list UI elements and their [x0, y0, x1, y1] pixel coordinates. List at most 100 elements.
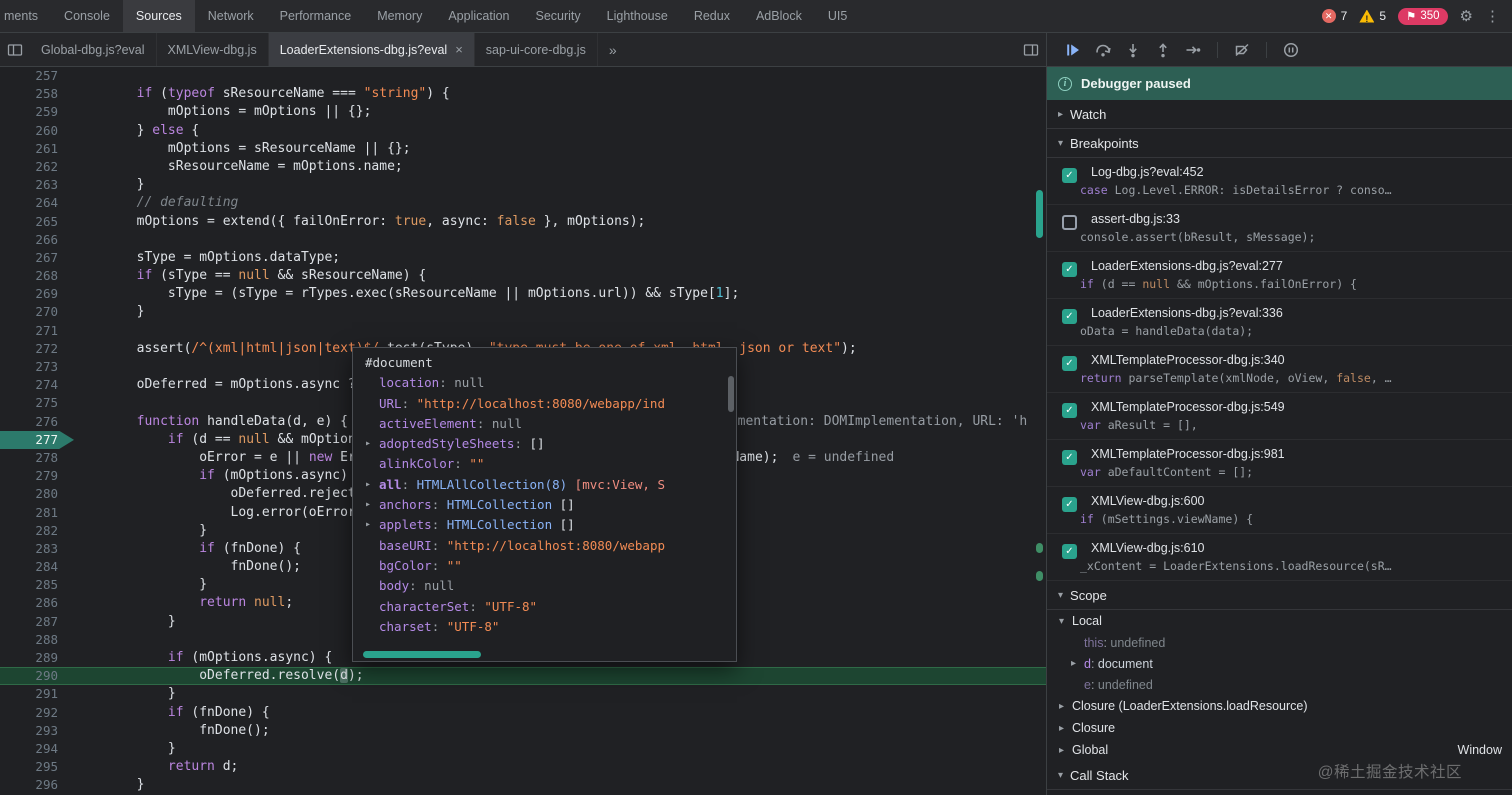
line-number[interactable]: 292: [0, 704, 74, 722]
breakpoint-checkbox[interactable]: ✓: [1062, 356, 1077, 371]
line-number[interactable]: 273: [0, 358, 74, 376]
expander-icon[interactable]: ▸: [1059, 701, 1072, 712]
breakpoint-checkbox[interactable]: [1062, 215, 1077, 230]
breakpoint-item[interactable]: ✓ XMLTemplateProcessor-dbg.js:340 return p…: [1047, 346, 1512, 393]
expander-icon[interactable]: ▸: [365, 515, 371, 535]
pause-on-exceptions-icon[interactable]: [1281, 40, 1301, 60]
line-number[interactable]: 264: [0, 194, 74, 212]
scope-variable-row[interactable]: this: undefined: [1047, 632, 1512, 653]
breakpoint-checkbox[interactable]: ✓: [1062, 403, 1077, 418]
scope-variable-row[interactable]: ▸ d: document: [1047, 653, 1512, 674]
breakpoint-checkbox[interactable]: ✓: [1062, 497, 1077, 512]
tooltip-property-row[interactable]: ▸ applets: HTMLCollection []: [365, 515, 724, 535]
console-error-badge[interactable]: ✕ 7: [1321, 9, 1347, 23]
line-number[interactable]: 263: [0, 176, 74, 194]
line-number[interactable]: 286: [0, 594, 74, 612]
line-number[interactable]: 296: [0, 776, 74, 794]
panel-tab-ui5[interactable]: UI5: [815, 0, 860, 32]
line-number[interactable]: 293: [0, 722, 74, 740]
step-into-icon[interactable]: [1123, 40, 1143, 60]
scope-group-row[interactable]: ▸ Closure: [1047, 717, 1512, 739]
line-number[interactable]: 271: [0, 322, 74, 340]
breakpoint-checkbox[interactable]: ✓: [1062, 168, 1077, 183]
panel-tab-memory[interactable]: Memory: [364, 0, 435, 32]
panel-tab-ments[interactable]: ments: [0, 0, 51, 32]
breakpoint-checkbox[interactable]: ✓: [1062, 309, 1077, 324]
line-number[interactable]: 283: [0, 540, 74, 558]
panel-tab-network[interactable]: Network: [195, 0, 267, 32]
deactivate-breakpoints-icon[interactable]: [1232, 40, 1252, 60]
line-number[interactable]: 284: [0, 558, 74, 576]
expander-icon[interactable]: ▸: [1059, 745, 1072, 756]
file-tab[interactable]: XMLView-dbg.js: [157, 33, 269, 66]
file-tab[interactable]: LoaderExtensions-dbg.js?eval ×: [268, 33, 475, 66]
line-number[interactable]: 279: [0, 467, 74, 485]
line-number[interactable]: 294: [0, 740, 74, 758]
breakpoint-item[interactable]: ✓ XMLView-dbg.js:610 _xContent = LoaderExt…: [1047, 534, 1512, 581]
line-number[interactable]: 257: [0, 67, 74, 85]
line-number[interactable]: 285: [0, 576, 74, 594]
line-number[interactable]: 290: [0, 667, 74, 685]
breakpoint-checkbox[interactable]: ✓: [1062, 450, 1077, 465]
line-number[interactable]: 278: [0, 449, 74, 467]
more-menu-icon[interactable]: ⋮: [1485, 7, 1500, 25]
line-number[interactable]: 280: [0, 485, 74, 503]
line-number[interactable]: 266: [0, 231, 74, 249]
breakpoint-checkbox[interactable]: ✓: [1062, 262, 1077, 277]
line-number[interactable]: 274: [0, 376, 74, 394]
tooltip-property-row[interactable]: ▸ adoptedStyleSheets: []: [365, 434, 724, 454]
scope-section-header[interactable]: ▾ Scope: [1047, 581, 1512, 610]
editor-scrollbar-thumb[interactable]: [1036, 190, 1043, 238]
breakpoints-section-header[interactable]: ▾ Breakpoints: [1047, 129, 1512, 158]
extension-flag-badge[interactable]: ⚑ 350: [1398, 7, 1448, 25]
breakpoint-item[interactable]: ✓ XMLView-dbg.js:600 if (mSettings.viewNam…: [1047, 487, 1512, 534]
step-over-icon[interactable]: [1093, 40, 1113, 60]
panel-tab-console[interactable]: Console: [51, 0, 123, 32]
console-warning-badge[interactable]: ! 5: [1359, 9, 1386, 24]
breakpoint-item[interactable]: ✓ Log-dbg.js?eval:452 case Log.Level.ERROR…: [1047, 158, 1512, 205]
step-icon[interactable]: [1183, 40, 1203, 60]
file-tab[interactable]: sap-ui-core-dbg.js: [475, 33, 598, 66]
line-number[interactable]: 288: [0, 631, 74, 649]
line-number[interactable]: 276: [0, 413, 74, 431]
line-number[interactable]: 295: [0, 758, 74, 776]
line-number[interactable]: 258: [0, 85, 74, 103]
scope-group-row[interactable]: ▾ Local: [1047, 610, 1512, 632]
line-number[interactable]: 287: [0, 613, 74, 631]
line-number[interactable]: 272: [0, 340, 74, 358]
breakpoint-item[interactable]: assert-dbg.js:33 console.assert(bResult, …: [1047, 205, 1512, 252]
scope-group-row[interactable]: ▸ Global Window: [1047, 739, 1512, 761]
breakpoint-item[interactable]: ✓ LoaderExtensions-dbg.js?eval:336 oData =…: [1047, 299, 1512, 346]
panel-tab-lighthouse[interactable]: Lighthouse: [594, 0, 681, 32]
expander-icon[interactable]: ▸: [365, 434, 371, 454]
scope-group-row[interactable]: ▸ Closure (LoaderExtensions.loadResource): [1047, 695, 1512, 717]
panel-tab-security[interactable]: Security: [523, 0, 594, 32]
line-number[interactable]: 262: [0, 158, 74, 176]
panel-toggle-icon[interactable]: [1016, 33, 1046, 66]
line-number[interactable]: 277: [0, 430, 74, 449]
file-tab[interactable]: Global-dbg.js?eval: [30, 33, 157, 66]
expander-icon[interactable]: ▸: [365, 495, 371, 515]
more-tabs-icon[interactable]: »: [598, 33, 628, 66]
expander-icon[interactable]: ▸: [1059, 723, 1072, 734]
line-number[interactable]: 269: [0, 285, 74, 303]
line-number[interactable]: 270: [0, 303, 74, 321]
line-number[interactable]: 260: [0, 122, 74, 140]
watch-section-header[interactable]: ▸ Watch: [1047, 100, 1512, 129]
line-number[interactable]: 267: [0, 249, 74, 267]
expander-icon[interactable]: ▾: [1059, 616, 1072, 627]
panel-tab-adblock[interactable]: AdBlock: [743, 0, 815, 32]
breakpoint-item[interactable]: ✓ XMLTemplateProcessor-dbg.js:549 var aRes…: [1047, 393, 1512, 440]
line-number[interactable]: 265: [0, 213, 74, 231]
panel-tab-redux[interactable]: Redux: [681, 0, 743, 32]
tooltip-property-row[interactable]: ▸ all: HTMLAllCollection(8) [mvc:View, S: [365, 475, 724, 495]
close-icon[interactable]: ×: [455, 42, 463, 57]
tooltip-vertical-scrollbar[interactable]: [728, 376, 734, 412]
panel-tab-sources[interactable]: Sources: [122, 0, 195, 32]
line-number[interactable]: 275: [0, 394, 74, 412]
breakpoint-item[interactable]: ✓ LoaderExtensions-dbg.js?eval:277 if (d =…: [1047, 252, 1512, 299]
line-number[interactable]: 268: [0, 267, 74, 285]
tooltip-horizontal-scrollbar[interactable]: [363, 651, 481, 658]
breakpoint-item[interactable]: ✓ XMLTemplateProcessor-dbg.js:981 var aDef…: [1047, 440, 1512, 487]
line-number[interactable]: 261: [0, 140, 74, 158]
